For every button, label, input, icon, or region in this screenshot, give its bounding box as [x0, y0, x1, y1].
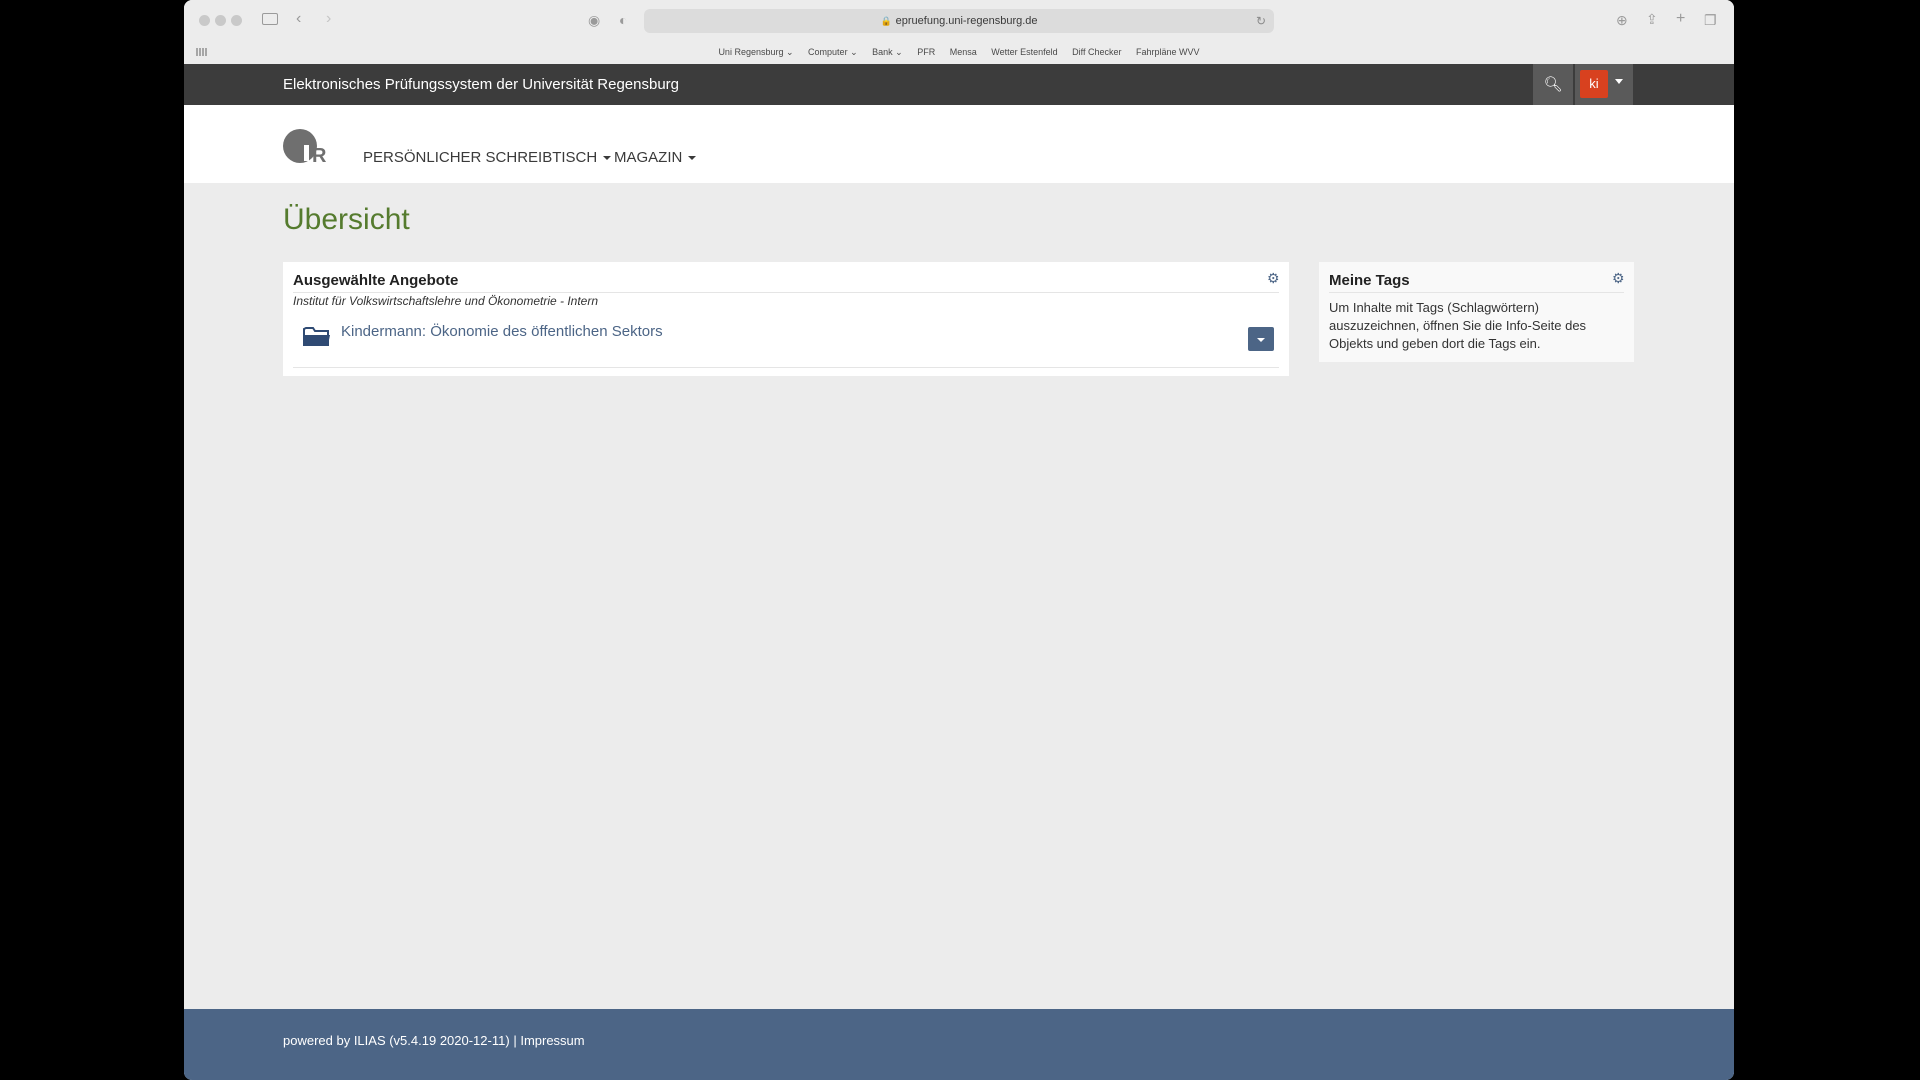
chevron-down-icon	[603, 156, 612, 161]
reload-icon[interactable]: ↻	[1256, 9, 1266, 33]
chevron-down-icon	[1257, 338, 1265, 342]
impressum-link[interactable]: Impressum	[520, 1033, 584, 1048]
close-window-button[interactable]	[199, 15, 210, 26]
powered-by-text: powered by ILIAS (v5.4.19 2020-12-11)	[283, 1033, 510, 1048]
tab-overview-icon[interactable]: ❐	[1704, 13, 1717, 27]
gear-icon[interactable]: ⚙	[1612, 270, 1625, 287]
nav-personal-desk-label: PERSÖNLICHER SCHREIBTISCH	[363, 149, 598, 166]
bookmark-mensa[interactable]: Mensa	[950, 47, 977, 57]
footer: powered by ILIAS (v5.4.19 2020-12-11) | …	[184, 1009, 1734, 1080]
address-bar[interactable]: 🔒 epruefung.uni-regensburg.de ↻	[644, 9, 1274, 33]
bookmark-computer[interactable]: Computer ⌄	[808, 47, 858, 57]
shield-icon[interactable]: ◐	[619, 13, 627, 27]
top-bar: Elektronisches Prüfungssystem der Univer…	[184, 64, 1734, 105]
site-title[interactable]: Elektronisches Prüfungssystem der Univer…	[283, 64, 679, 105]
url-text: epruefung.uni-regensburg.de	[895, 15, 1038, 27]
avatar[interactable]: ki	[1580, 70, 1608, 98]
list-item: Kindermann: Ökonomie des öffentlichen Se…	[293, 317, 1279, 368]
nav-personal-desk[interactable]: PERSÖNLICHER SCHREIBTISCH	[363, 149, 612, 166]
bookmark-uni-regensburg[interactable]: Uni Regensburg ⌄	[718, 47, 793, 57]
chevron-down-icon	[688, 156, 697, 161]
svg-text:R: R	[312, 145, 327, 167]
browser-window: ‹ › ◉ ◐ 🔒 epruefung.uni-regensburg.de ↻ ⊕…	[184, 0, 1734, 1080]
page-title: Übersicht	[283, 203, 410, 236]
share-icon[interactable]: ⇪	[1646, 12, 1658, 26]
user-menu[interactable]: ki	[1575, 64, 1633, 105]
divider	[293, 292, 1279, 293]
my-tags-panel: Meine Tags ⚙ Um Inhalte mit Tags (Schlag…	[1319, 262, 1634, 362]
nav-magazin-label: MAGAZIN	[614, 149, 683, 166]
sidebar-toggle-icon[interactable]	[262, 13, 278, 25]
bookmark-fahrplaene[interactable]: Fahrpläne WVV	[1136, 47, 1200, 57]
search-icon: 🔍︎	[1543, 76, 1563, 93]
ur-logo[interactable]: R	[283, 127, 343, 167]
new-tab-icon[interactable]: +	[1676, 11, 1685, 27]
item-actions-dropdown[interactable]	[1248, 327, 1274, 351]
gear-icon[interactable]: ⚙	[1267, 270, 1280, 287]
main-navigation: R PERSÖNLICHER SCHREIBTISCH MAGAZIN	[184, 105, 1734, 183]
my-tags-heading: Meine Tags	[1329, 272, 1410, 289]
course-link[interactable]: Kindermann: Ökonomie des öffentlichen Se…	[341, 323, 663, 340]
minimize-window-button[interactable]	[215, 15, 226, 26]
tags-info-text: Um Inhalte mit Tags (Schlagwörtern) ausz…	[1329, 300, 1587, 351]
footer-separator: |	[513, 1033, 517, 1048]
lock-icon: 🔒	[880, 16, 892, 26]
category-subtitle: Institut für Volkswirtschaftslehre und Ö…	[293, 294, 599, 308]
footer-text: powered by ILIAS (v5.4.19 2020-12-11) | …	[283, 1033, 585, 1048]
downloads-icon[interactable]: ⊕	[1616, 13, 1628, 27]
bookmark-bank[interactable]: Bank ⌄	[872, 47, 903, 57]
nav-magazin[interactable]: MAGAZIN	[614, 149, 697, 166]
bookmark-wetter[interactable]: Wetter Estenfeld	[991, 47, 1057, 57]
zoom-window-button[interactable]	[231, 15, 242, 26]
bookmark-pfr[interactable]: PFR	[917, 47, 935, 57]
browser-toolbar: ‹ › ◉ ◐ 🔒 epruefung.uni-regensburg.de ↻ ⊕…	[184, 0, 1734, 65]
privacy-report-icon[interactable]: ◉	[588, 13, 600, 27]
bookmarks-bar: Uni Regensburg ⌄ Computer ⌄ Bank ⌄ PFR M…	[184, 47, 1734, 58]
divider	[1329, 292, 1624, 293]
folder-icon[interactable]	[303, 325, 331, 347]
bookmark-diff-checker[interactable]: Diff Checker	[1072, 47, 1121, 57]
selected-offers-heading: Ausgewählte Angebote	[293, 272, 459, 289]
back-icon[interactable]: ‹	[296, 11, 301, 27]
forward-icon[interactable]: ›	[326, 11, 331, 27]
chevron-down-icon[interactable]	[1615, 79, 1623, 84]
search-button[interactable]: 🔍︎	[1533, 64, 1573, 105]
selected-offers-panel: Ausgewählte Angebote ⚙ Institut für Volk…	[283, 262, 1289, 376]
